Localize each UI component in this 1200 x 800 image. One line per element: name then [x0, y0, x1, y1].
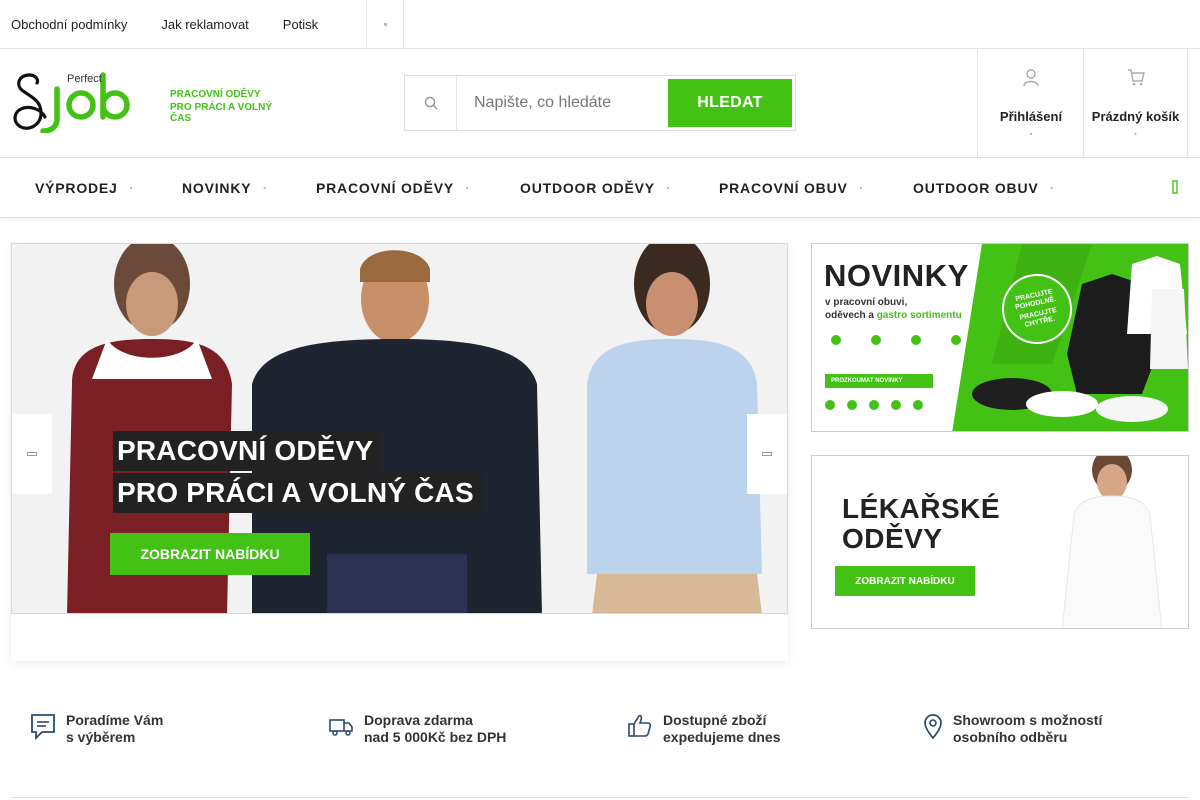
hero-headline: PRACOVNÍ ODĚVY PRO PRÁCI A VOLNÝ ČAS [113, 431, 482, 515]
chevron-down-icon: ▪ [859, 184, 863, 192]
login-button[interactable]: Přihlášení ▪ [977, 49, 1084, 157]
nav-item-label: PRACOVNÍ OBUV [719, 180, 848, 196]
nav-item-outdoor-shoes[interactable]: OUTDOOR OBUV ▪ [913, 158, 1054, 218]
hero-line-1: PRACOVNÍ ODĚVY [113, 431, 382, 471]
divider [11, 797, 1189, 798]
nav-item-news[interactable]: NOVINKY ▪ [182, 158, 267, 218]
chevron-down-icon: ▪ [1134, 131, 1137, 138]
nav-item-label: PRACOVNÍ ODĚVY [316, 180, 454, 196]
news-banner-subtitle-1: v pracovní obuvi, [825, 297, 908, 308]
main-nav: VÝPRODEJ ▪ NOVINKY ▪ PRACOVNÍ ODĚVY ▪ OUTDO… [0, 158, 1200, 218]
feature-advice: Poradíme Vám s výběrem [30, 712, 163, 746]
cart-icon [1127, 69, 1145, 86]
link-printing[interactable]: Potisk [283, 17, 318, 32]
logo-brand-small: Perfect [67, 73, 102, 85]
medical-banner[interactable]: LÉKAŘSKÉ ODĚVY ZOBRAZIT NABÍDKU [811, 455, 1189, 629]
feature-text-1: Showroom s možností [953, 712, 1103, 728]
news-banner-subtitle: v pracovní obuvi, oděvech a gastro sorti… [825, 296, 962, 322]
chevron-down-icon: ▪ [666, 184, 671, 192]
feature-text-2: expedujeme dnes [663, 729, 781, 745]
news-banner-subtitle-highlight: gastro sortimentu [876, 310, 962, 321]
login-label: Přihlášení [999, 109, 1063, 124]
medical-banner-title-1: LÉKAŘSKÉ [842, 493, 1001, 524]
more-menu-button[interactable] [366, 0, 404, 48]
cart-label: Prázdný košík [1091, 109, 1180, 124]
nav-item-label: OUTDOOR ODĚVY [520, 180, 655, 196]
search-input[interactable] [457, 78, 667, 128]
thumbs-up-icon [628, 714, 652, 737]
feature-text-1: Dostupné zboží [663, 712, 767, 728]
chevron-down-icon: ▪ [466, 184, 470, 192]
logo-tagline-1: PRACOVNÍ ODĚVY [170, 89, 261, 100]
nav-item-outdoor-clothes[interactable]: OUTDOOR ODĚVY ▪ [520, 158, 670, 218]
hero-line-2: PRO PRÁCI A VOLNÝ ČAS [113, 473, 482, 513]
feature-showroom: Showroom s možností osobního odběru [923, 712, 1102, 746]
link-terms[interactable]: Obchodní podmínky [11, 17, 127, 32]
search-button[interactable]: HLEDAT [668, 79, 792, 127]
arrow-left-icon [27, 452, 37, 456]
link-complaints[interactable]: Jak reklamovat [161, 17, 248, 32]
logo-brand-big: job [11, 71, 12, 72]
truck-icon [329, 719, 353, 736]
cart-button[interactable]: Prázdný košík ▪ [1083, 49, 1188, 157]
news-banner[interactable]: NOVINKY v pracovní obuvi, oděvech a gast… [811, 243, 1189, 432]
feature-text-1: Poradíme Vám [66, 712, 164, 728]
location-pin-icon [924, 714, 942, 740]
nav-item-label: OUTDOOR OBUV [913, 180, 1039, 196]
news-banner-subtitle-2: oděvech a [825, 310, 874, 321]
logo-tagline-2: PRO PRÁCI A VOLNÝ ČAS [170, 102, 273, 124]
chevron-down-icon: ▪ [129, 184, 133, 192]
feature-shipping: Doprava zdarma nad 5 000Kč bez DPH [328, 712, 506, 746]
nav-item-label: VÝPRODEJ [35, 180, 118, 196]
feature-availability: Dostupné zboží expedujeme dnes [627, 712, 781, 746]
feature-text-2: osobního odběru [953, 729, 1068, 745]
arrow-right-icon [762, 452, 772, 456]
news-banner-button[interactable]: PROZKOUMAT NOVINKY [825, 374, 933, 388]
medical-banner-title: LÉKAŘSKÉ ODĚVY [842, 494, 1000, 554]
hero-slider: PRACOVNÍ ODĚVY PRO PRÁCI A VOLNÝ ČAS ZOB… [11, 243, 788, 661]
slider-prev-button[interactable] [12, 414, 52, 494]
medical-banner-button[interactable]: ZOBRAZIT NABÍDKU [835, 566, 975, 596]
feature-text-2: nad 5 000Kč bez DPH [364, 729, 507, 745]
nav-item-work-clothes[interactable]: PRACOVNÍ ODĚVY ▪ [316, 158, 469, 218]
chevron-down-icon: ▪ [263, 184, 267, 192]
top-bar: Obchodní podmínky Jak reklamovat Potisk [0, 0, 1200, 49]
chevron-down-icon: ▪ [1029, 131, 1033, 138]
user-icon [1023, 69, 1039, 87]
feature-text-2: s výběrem [66, 729, 136, 745]
feature-text-1: Doprava zdarma [364, 712, 473, 728]
nav-item-label: NOVINKY [182, 180, 252, 196]
search-icon[interactable] [405, 76, 457, 130]
header: Perfect job PRACOVNÍ ODĚVY PRO PRÁCI A V… [0, 49, 1200, 158]
logo[interactable]: Perfect job PRACOVNÍ ODĚVY PRO PRÁCI A V… [11, 71, 291, 134]
slider-next-button[interactable] [747, 414, 787, 494]
medical-banner-title-2: ODĚVY [842, 523, 943, 554]
nav-item-work-shoes[interactable]: PRACOVNÍ OBUV ▪ [719, 158, 863, 218]
menu-toggle-icon[interactable] [1172, 180, 1178, 194]
more-icon [383, 22, 387, 26]
search-bar: HLEDAT [404, 75, 796, 131]
chevron-down-icon: ▪ [1050, 184, 1054, 192]
hero-slide[interactable]: PRACOVNÍ ODĚVY PRO PRÁCI A VOLNÝ ČAS ZOB… [11, 243, 788, 614]
nav-item-sale[interactable]: VÝPRODEJ ▪ [35, 158, 133, 218]
news-banner-title: NOVINKY [824, 258, 969, 293]
hero-cta-button[interactable]: ZOBRAZIT NABÍDKU [110, 533, 310, 575]
chat-icon [31, 714, 55, 741]
